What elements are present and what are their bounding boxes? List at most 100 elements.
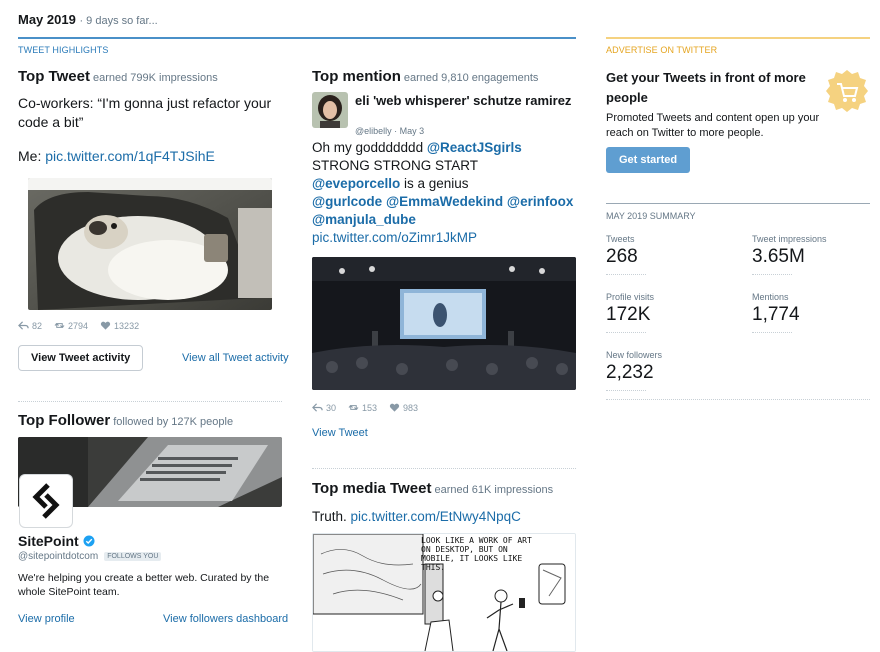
summary-tweets-label: Tweets (606, 234, 635, 244)
view-profile-link[interactable]: View profile (18, 613, 75, 625)
top-follower-title: Top Follower followed by 127K people (18, 412, 233, 429)
mention-author-avatar[interactable] (312, 92, 348, 128)
mention-line-4: @gurlcode @EmmaWedekind @erinfoox (312, 193, 576, 211)
view-followers-dashboard-link[interactable]: View followers dashboard (163, 613, 288, 625)
view-tweet-link[interactable]: View Tweet (312, 427, 368, 439)
summary-dots (606, 274, 646, 275)
follower-name-line: SitePoint (18, 533, 95, 549)
mention-retweet-count: 153 (348, 402, 377, 413)
mention-line-2: STRONG STRONG START (312, 158, 479, 173)
ad-description: Promoted Tweets and content open up your… (606, 112, 820, 139)
mention-reply-value: 30 (326, 402, 337, 413)
highlights-divider (18, 37, 576, 39)
mention-link-erinfoox[interactable]: @erinfoox (507, 194, 573, 209)
top-media-text: Truth. (312, 509, 347, 524)
top-mention-heading: Top mention (312, 68, 401, 85)
ad-divider (606, 37, 870, 39)
summary-mentions: Mentions 1,774 (752, 292, 800, 333)
heart-icon (100, 321, 111, 330)
top-tweet-me: Me: (18, 148, 42, 164)
ad-label: ADVERTISE ON TWITTER (606, 45, 718, 55)
top-tweet-text: Co-workers: “I'm gonna just refactor you… (18, 95, 272, 130)
follower-handle-line: @sitepointdotcom FOLLOWS YOU (18, 551, 162, 562)
mention-line-6: pic.twitter.com/oZimr1JkMP (312, 229, 576, 247)
mention-text: Oh my goddddddd @ReactJSgirls STRONG STR… (312, 139, 576, 247)
mention-date: · May 3 (394, 126, 425, 136)
top-media-heading: Top media Tweet (312, 480, 432, 497)
mention-link-gurlcode[interactable]: @gurlcode (312, 194, 382, 209)
summary-visits-label: Profile visits (606, 292, 655, 302)
summary-impressions: Tweet impressions 3.65M (752, 234, 827, 275)
summary-tweets: Tweets 268 (606, 234, 646, 275)
summary-dots (606, 390, 646, 391)
summary-visits-value: 172K (606, 304, 651, 325)
top-media-comic[interactable]: LOOK LIKE A WORK OF ART ON DESKTOP, BUT … (312, 533, 576, 652)
summary-followers: New followers 2,232 (606, 350, 662, 391)
summary-dots (752, 274, 792, 275)
month-title: May 2019 (18, 12, 76, 27)
mention-line-5: @manjula_dube (312, 211, 576, 229)
sitepoint-avatar[interactable] (20, 475, 72, 527)
retweet-icon (54, 322, 65, 329)
retweet-icon (348, 404, 359, 411)
top-tweet-link-line: Me: pic.twitter.com/1qF4TJSihE (18, 147, 215, 166)
top-follower-meta: followed by 127K people (113, 416, 234, 428)
summary-impressions-value: 3.65M (752, 246, 805, 267)
top-tweet-pic-link[interactable]: pic.twitter.com/1qF4TJSihE (45, 148, 215, 164)
mention-like-value: 983 (403, 402, 419, 413)
mention-link-emmawedekind[interactable]: @EmmaWedekind (386, 194, 503, 209)
summary-followers-value: 2,232 (606, 362, 654, 383)
heart-icon (389, 403, 400, 412)
mention-link-reactjsgirls[interactable]: @ReactJSgirls (427, 140, 522, 155)
ad-title: Get your Tweets in front of more people (606, 70, 806, 105)
summary-bottom-divider (606, 399, 870, 400)
verified-badge-icon (83, 535, 95, 547)
summary-visits: Profile visits 172K (606, 292, 654, 333)
reply-count-value: 82 (32, 320, 43, 331)
top-tweet-title: Top Tweet earned 799K impressions (18, 68, 218, 85)
top-media-meta: earned 61K impressions (434, 484, 554, 496)
like-count: 13232 (100, 320, 139, 331)
summary-tweets-value: 268 (606, 246, 638, 267)
reply-count: 82 (18, 320, 42, 331)
mention-author-name[interactable]: eli 'web whisperer' schutze ramirez (355, 94, 573, 108)
highlights-label: TWEET HIGHLIGHTS (18, 45, 109, 55)
top-media-title: Top media Tweet earned 61K impressions (312, 480, 553, 497)
mention-link-eveporcello[interactable]: @eveporcello (312, 176, 400, 191)
top-media-text-line: Truth. pic.twitter.com/EtNwy4NpqC (312, 507, 521, 526)
top-media-pic-link[interactable]: pic.twitter.com/EtNwy4NpqC (351, 509, 521, 524)
top-mention-title: Top mention earned 9,810 engagements (312, 68, 538, 85)
summary-dots (752, 332, 792, 333)
summary-mentions-value: 1,774 (752, 304, 800, 325)
top-tweet-divider (18, 401, 282, 402)
reply-icon (18, 321, 29, 330)
summary-mentions-label: Mentions (752, 292, 789, 302)
mention-like-count: 983 (389, 402, 418, 413)
follower-handle: @sitepointdotcom (18, 551, 99, 562)
top-mention-meta: earned 9,810 engagements (403, 72, 539, 84)
mention-link-manjula-dube[interactable]: @manjula_dube (312, 212, 416, 227)
month-header: May 2019 · 9 days so far... (18, 12, 158, 27)
like-count-value: 13232 (114, 320, 140, 331)
view-tweet-activity-button[interactable]: View Tweet activity (18, 345, 144, 371)
top-tweet-heading: Top Tweet (18, 68, 90, 85)
view-all-tweet-activity-link[interactable]: View all Tweet activity (182, 352, 289, 364)
top-tweet-photo[interactable] (28, 178, 272, 310)
top-tweet-stats: 82 2794 13232 (18, 320, 139, 331)
mention-author-meta: @elibelly · May 3 (355, 126, 424, 136)
summary-label: MAY 2019 SUMMARY (606, 211, 696, 221)
mention-line-1-text: Oh my goddddddd (312, 140, 424, 155)
reply-icon (312, 403, 323, 412)
mention-reply-count: 30 (312, 402, 336, 413)
mention-photo[interactable] (312, 257, 576, 390)
summary-dots (606, 332, 646, 333)
get-started-button[interactable]: Get started (606, 147, 691, 173)
follower-name[interactable]: SitePoint (18, 533, 79, 549)
mention-stats: 30 153 983 (312, 402, 418, 413)
mention-pic-link[interactable]: pic.twitter.com/oZimr1JkMP (312, 230, 477, 245)
comic-caption: LOOK LIKE A WORK OF ART ON DESKTOP, BUT … (421, 536, 532, 572)
summary-impressions-label: Tweet impressions (752, 234, 827, 244)
mention-line-3: @eveporcello is a genius (312, 175, 576, 193)
retweet-count: 2794 (54, 320, 88, 331)
top-follower-heading: Top Follower (18, 412, 111, 429)
